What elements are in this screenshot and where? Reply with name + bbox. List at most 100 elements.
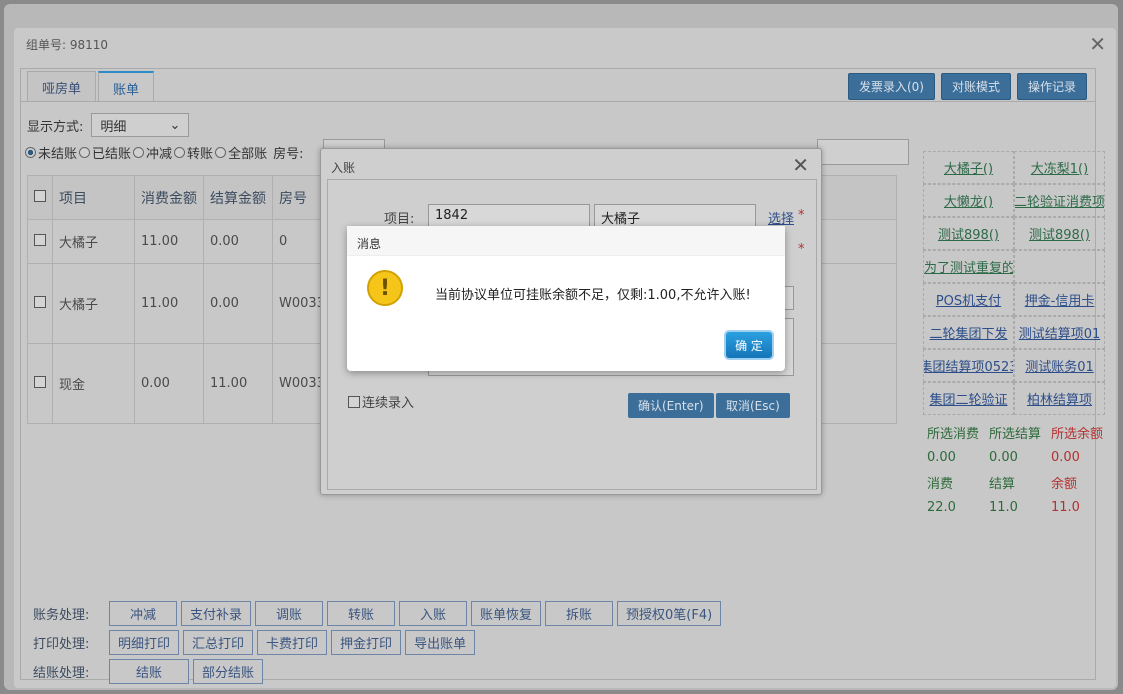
action-bar: 账务处理: 冲减 支付补录 调账 转账 入账 账单恢复 拆账 预授权0笔(F4)… — [33, 599, 722, 686]
display-mode-select[interactable]: 明细 ⌄ — [91, 113, 190, 137]
invoice-entry-button[interactable]: 发票录入(0) — [847, 73, 935, 100]
cell-consume: 11.00 — [134, 219, 204, 264]
tab-bar: 哑房单 账单 — [27, 71, 156, 101]
split-bill-button[interactable]: 拆账 — [545, 601, 614, 626]
cancel-button[interactable]: 取消(Esc) — [716, 393, 790, 418]
close-icon[interactable]: ✕ — [1089, 32, 1106, 56]
deposit-print-button[interactable]: 押金打印 — [331, 630, 402, 655]
required-mark: * — [798, 208, 805, 223]
action-row-label: 账务处理: — [33, 608, 90, 623]
row-checkbox[interactable] — [34, 233, 46, 246]
side-link[interactable]: POS机支付 — [923, 283, 1014, 316]
reconcile-mode-button[interactable]: 对账模式 — [940, 73, 1011, 100]
partial-checkout-button[interactable]: 部分结账 — [193, 659, 264, 684]
message-box: 消息 ! 当前协议单位可挂账余额不足，仅剩:1.00,不允许入账! 确 定 — [347, 226, 785, 371]
side-link[interactable]: 大懒龙() — [923, 184, 1014, 217]
operation-log-button[interactable]: 操作记录 — [1016, 73, 1087, 100]
settle-label: 结算 — [989, 477, 1016, 492]
remark-input[interactable] — [817, 139, 909, 165]
checkout-button[interactable]: 结账 — [109, 659, 189, 684]
card-fee-print-button[interactable]: 卡费打印 — [257, 630, 328, 655]
cell-consume: 0.00 — [134, 343, 204, 424]
selected-settle-value: 0.00 — [989, 450, 1018, 465]
side-link[interactable]: 测试结算项01 — [1014, 316, 1105, 349]
side-link[interactable]: 押金-信用卡 — [1014, 283, 1105, 316]
row-checkbox[interactable] — [34, 375, 46, 388]
column-header: 消费金额 — [134, 175, 204, 220]
side-link[interactable]: 柏林结算项 — [1014, 382, 1105, 415]
print-actions: 打印处理: 明细打印 汇总打印 卡费打印 押金打印 导出账单 — [33, 628, 721, 657]
cell-settle: 0.00 — [203, 219, 273, 264]
detail-print-button[interactable]: 明细打印 — [109, 630, 180, 655]
dialog-title: 入账 — [331, 161, 356, 175]
post-entry-button[interactable]: 入账 — [399, 601, 468, 626]
summary: 所选消费 所选结算 所选余额 0.00 0.00 0.00 消费 结算 余额 2… — [923, 423, 1105, 515]
export-bill-button[interactable]: 导出账单 — [405, 630, 476, 655]
selected-settle-label: 所选结算 — [989, 427, 1042, 442]
side-link[interactable]: 集团二轮验证 — [923, 382, 1014, 415]
item-code-input[interactable]: 1842 — [428, 204, 590, 228]
balance-value: 11.0 — [1051, 500, 1080, 515]
tab-dummy-room[interactable]: 哑房单 — [27, 71, 97, 101]
side-link-empty — [1014, 250, 1105, 283]
tab-divider — [21, 101, 1095, 102]
cell-settle: 0.00 — [203, 263, 273, 344]
cell-item: 现金 — [52, 343, 135, 424]
continuous-entry[interactable]: 连续录入 — [348, 392, 414, 411]
item-sidebar: 大橘子() 大冻梨1() 大懒龙() 二轮验证消费项 测试898() 测试898… — [923, 151, 1105, 515]
row-checkbox[interactable] — [34, 295, 46, 308]
side-link[interactable]: 为了测试重复的 — [923, 250, 1014, 283]
account-actions: 账务处理: 冲减 支付补录 调账 转账 入账 账单恢复 拆账 预授权0笔(F4) — [33, 599, 722, 628]
summary-print-button[interactable]: 汇总打印 — [183, 630, 254, 655]
consume-label: 消费 — [927, 477, 954, 492]
warning-icon: ! — [367, 270, 403, 306]
cell-item: 大橘子 — [52, 263, 135, 344]
payment-supplement-button[interactable]: 支付补录 — [181, 601, 252, 626]
side-link[interactable]: 大冻梨1() — [1014, 151, 1105, 184]
message-title: 消息 — [347, 226, 785, 256]
row-checkbox-cell — [27, 219, 53, 264]
radio-all[interactable] — [215, 147, 227, 158]
continuous-checkbox[interactable] — [348, 395, 360, 408]
selected-balance-label: 所选余额 — [1051, 427, 1104, 442]
radio-label: 转账 — [187, 147, 214, 162]
chevron-down-icon: ⌄ — [169, 117, 181, 133]
radio-label: 已结账 — [92, 147, 132, 162]
side-link[interactable]: 二轮集团下发 — [923, 316, 1014, 349]
selected-balance-value: 0.00 — [1051, 450, 1080, 465]
adjust-button[interactable]: 调账 — [255, 601, 324, 626]
selected-consume-value: 0.00 — [927, 450, 956, 465]
radio-settled[interactable] — [79, 147, 91, 158]
continuous-label: 连续录入 — [362, 396, 415, 411]
radio-label: 冲减 — [146, 147, 173, 162]
preauth-button[interactable]: 预授权0笔(F4) — [617, 601, 722, 626]
cell-consume: 11.00 — [134, 263, 204, 344]
cell-settle: 11.00 — [203, 343, 273, 424]
restore-bill-button[interactable]: 账单恢复 — [471, 601, 542, 626]
side-link[interactable]: 大橘子() — [923, 151, 1014, 184]
ok-button[interactable]: 确 定 — [726, 332, 772, 358]
item-name-input[interactable]: 大橘子 — [594, 204, 756, 228]
radio-label: 全部账 — [228, 147, 268, 162]
select-all-checkbox[interactable] — [34, 189, 46, 202]
side-link[interactable]: 测试898() — [1014, 217, 1105, 250]
select-link[interactable]: 选择 — [768, 208, 794, 227]
selected-consume-label: 所选消费 — [927, 427, 980, 442]
close-icon[interactable]: ✕ — [792, 153, 809, 177]
transfer-button[interactable]: 转账 — [327, 601, 396, 626]
confirm-button[interactable]: 确认(Enter) — [628, 393, 714, 418]
consume-value: 22.0 — [927, 500, 956, 515]
offset-button[interactable]: 冲减 — [109, 601, 177, 626]
radio-transfer[interactable] — [174, 147, 186, 158]
side-link[interactable]: 集团结算项0523 — [923, 349, 1014, 382]
tab-bill[interactable]: 账单 — [98, 71, 155, 101]
display-mode: 显示方式: 明细 ⌄ — [27, 113, 190, 137]
side-link[interactable]: 测试898() — [923, 217, 1014, 250]
header-checkbox-cell — [27, 175, 53, 220]
radio-offset[interactable] — [133, 147, 145, 158]
side-link[interactable]: 二轮验证消费项 — [1014, 184, 1105, 217]
row-checkbox-cell — [27, 343, 53, 424]
side-link[interactable]: 测试账务01 — [1014, 349, 1105, 382]
radio-unsettled[interactable] — [25, 147, 36, 158]
display-mode-value: 明细 — [100, 119, 127, 135]
